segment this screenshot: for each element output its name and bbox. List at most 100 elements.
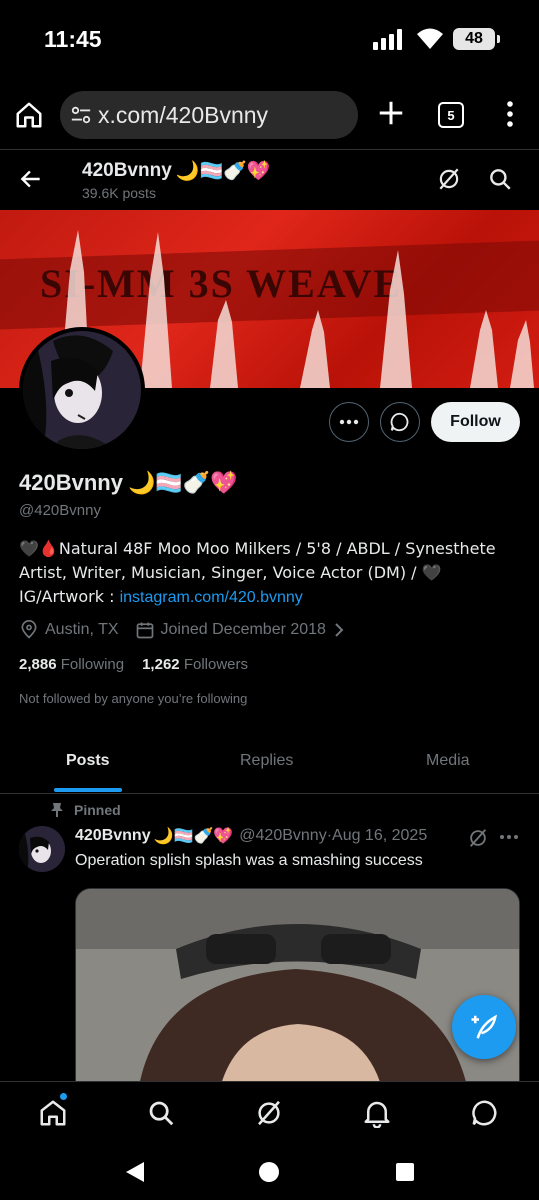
browser-toolbar: x.com/420Bvnny 5 (0, 80, 539, 150)
status-icons: 48 (373, 28, 500, 50)
site-settings-icon[interactable] (70, 104, 92, 126)
post-grok-button[interactable] (467, 827, 489, 849)
browser-home-button[interactable] (14, 100, 44, 130)
profile-search-button[interactable] (487, 166, 513, 192)
post-photo (76, 889, 519, 1107)
bottom-navigation (0, 1081, 539, 1143)
tab-switcher-button[interactable]: 5 (438, 102, 464, 128)
back-button[interactable] (18, 166, 44, 192)
home-icon (16, 102, 42, 128)
system-home-button[interactable] (256, 1159, 282, 1185)
home-icon (40, 1100, 66, 1126)
back-arrow-icon (20, 170, 40, 188)
nav-notifications[interactable] (362, 1098, 392, 1128)
post-author-name-text: 420Bvnny (75, 826, 151, 844)
recents-square-icon (396, 1163, 414, 1181)
post-author-avatar[interactable] (19, 826, 65, 872)
profile-more-button[interactable] (329, 402, 369, 442)
search-icon (149, 1101, 174, 1126)
post-date[interactable]: Aug 16, 2025 (332, 827, 427, 845)
grok-icon (439, 168, 459, 190)
tab-media[interactable]: Media (426, 752, 470, 770)
profile-display-name: 420Bvnny 🌙🏳️‍⚧️🍼💖 (19, 470, 238, 496)
post-more-button[interactable] (498, 830, 520, 844)
post-avatar-image (19, 826, 65, 872)
header-post-count: 39.6K posts (82, 185, 156, 201)
compose-button[interactable] (452, 995, 516, 1059)
url-bar[interactable]: x.com/420Bvnny (60, 91, 358, 139)
battery-indicator: 48 (453, 28, 500, 50)
system-back-button[interactable] (122, 1159, 148, 1185)
active-tab-indicator (54, 788, 122, 792)
nav-grok[interactable] (254, 1098, 284, 1128)
nav-home[interactable] (38, 1098, 68, 1128)
followers-count: 1,262 (142, 656, 180, 673)
more-icon (500, 835, 518, 839)
new-tab-button[interactable] (376, 98, 406, 128)
post-header: 420Bvnny 🌙🏳️‍⚧️🍼💖 @420Bvnny · Aug 16, 20… (75, 826, 515, 845)
browser-menu-button[interactable] (500, 98, 520, 130)
location-text: Austin, TX (45, 621, 119, 638)
location-item: Austin, TX (19, 620, 119, 640)
post-media-image[interactable] (75, 888, 520, 1108)
url-text[interactable]: x.com/420Bvnny (98, 102, 268, 129)
header-display-name: 420Bvnny 🌙🏳️‍⚧️🍼💖 (82, 159, 271, 183)
followers-stat[interactable]: 1,262 Followers (142, 656, 248, 673)
system-recents-button[interactable] (392, 1159, 418, 1185)
header-name-text: 420Bvnny (82, 159, 172, 181)
display-name-emojis: 🌙🏳️‍⚧️🍼💖 (127, 470, 238, 496)
profile-tabs: Posts Replies Media (0, 732, 539, 794)
grok-icon (258, 1100, 280, 1126)
joined-text: Joined December 2018 (160, 621, 326, 638)
chevron-right-icon (335, 623, 344, 637)
kebab-menu-icon (507, 101, 513, 127)
post-author-handle[interactable]: @420Bvnny (239, 827, 326, 845)
message-icon (390, 412, 409, 432)
header-name-emojis: 🌙🏳️‍⚧️🍼💖 (175, 160, 271, 182)
bell-icon (364, 1101, 390, 1128)
compose-icon (471, 1014, 498, 1039)
bio-link[interactable]: instagram.com/420.bvnny (120, 589, 303, 606)
profile-meta: Austin, TX Joined December 2018 (19, 620, 362, 640)
wifi-icon (417, 28, 443, 49)
profile-avatar[interactable] (19, 327, 145, 453)
post-text: Operation splish splash was a smashing s… (75, 852, 423, 869)
home-notification-dot (60, 1093, 67, 1100)
profile-top-bar: 420Bvnny 🌙🏳️‍⚧️🍼💖 39.6K posts (0, 150, 539, 210)
pinned-indicator: Pinned (50, 802, 121, 818)
more-icon (339, 419, 359, 425)
follow-stats: 2,886 Following 1,262 Followers (19, 656, 248, 673)
post-author-name[interactable]: 420Bvnny 🌙🏳️‍⚧️🍼💖 (75, 826, 233, 845)
location-pin-icon (21, 620, 37, 639)
nav-search[interactable] (146, 1098, 176, 1128)
not-followed-note: Not followed by anyone you’re following (19, 691, 248, 706)
status-time: 11:45 (44, 26, 102, 52)
back-triangle-icon (126, 1162, 144, 1182)
pin-icon (51, 803, 63, 817)
status-bar: 11:45 48 (0, 0, 539, 80)
message-icon (472, 1100, 497, 1126)
system-navigation (0, 1143, 539, 1200)
profile-handle: @420Bvnny (19, 502, 101, 519)
followers-label: Followers (183, 656, 248, 673)
nav-messages[interactable] (470, 1098, 500, 1128)
message-button[interactable] (380, 402, 420, 442)
grok-button[interactable] (436, 166, 462, 192)
avatar-image (23, 331, 141, 449)
tab-posts[interactable]: Posts (66, 752, 110, 770)
following-label: Following (60, 656, 125, 673)
signal-icon (373, 29, 402, 50)
following-stat[interactable]: 2,886 Following (19, 656, 124, 673)
grok-icon (469, 829, 487, 847)
tab-replies[interactable]: Replies (240, 752, 293, 770)
joined-item[interactable]: Joined December 2018 (135, 620, 346, 640)
post-author-emojis: 🌙🏳️‍⚧️🍼💖 (153, 826, 234, 845)
plus-icon (379, 101, 403, 125)
search-icon (490, 169, 511, 190)
following-count: 2,886 (19, 656, 57, 673)
display-name-text: 420Bvnny (19, 470, 123, 495)
follow-button[interactable]: Follow (431, 402, 520, 442)
home-circle-icon (259, 1162, 279, 1182)
pinned-label: Pinned (74, 802, 121, 818)
profile-bio: 🖤🩸Natural 48F Moo Moo Milkers / 5'8 / AB… (19, 537, 524, 609)
